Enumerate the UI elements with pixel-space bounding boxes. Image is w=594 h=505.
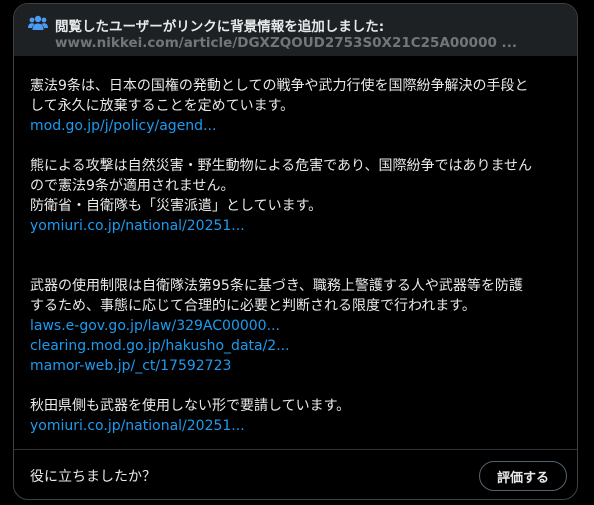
footer-divider [14,449,577,450]
rate-button[interactable]: 評価する [479,461,567,491]
source-link[interactable]: clearing.mod.go.jp/hakusho_data/2... [30,336,565,356]
note-paragraph-1: 憲法9条は、日本の国権の発動としての戦争や武力行使を国際紛争解決の手段と して永… [30,76,565,116]
source-article-url[interactable]: www.nikkei.com/article/DGXZQOUD2753S0X21… [55,35,517,51]
note-body: 憲法9条は、日本の国権の発動としての戦争や武力行使を国際紛争解決の手段と して永… [30,76,565,436]
source-link[interactable]: yomiuri.co.jp/national/20251... [30,416,565,436]
helpful-question: 役に立ちましたか？ [30,469,156,485]
note-header-title: 閲覧したユーザーがリンクに背景情報を追加しました: [55,19,385,35]
note-line: 防衛省・自衛隊も「災害派遣」としています。 [30,198,323,214]
note-line: するため、事態に応じて合理的に必要と判断される限度で行われます。 [30,298,476,314]
note-line: 熊による攻撃は自然災害・野生動物による危害であり、国際紛争ではありません [30,158,533,174]
note-line: 武器の使用制限は自衛隊法第95条に基づき、職務上警護する人や武器等を防護 [30,278,523,294]
note-paragraph-2: 熊による攻撃は自然災害・野生動物による危害であり、国際紛争ではありません ので憲… [30,156,565,216]
source-link[interactable]: mamor-web.jp/_ct/17592723 [30,356,565,376]
source-link[interactable]: mod.go.jp/j/policy/agend... [30,116,565,136]
source-link[interactable]: yomiuri.co.jp/national/20251... [30,216,565,236]
note-paragraph-3: 武器の使用制限は自衛隊法第95条に基づき、職務上警護する人や武器等を防護 するた… [30,276,565,316]
note-line: して永久に放棄することを定めています。 [30,98,295,114]
note-header: 閲覧したユーザーがリンクに背景情報を追加しました: www.nikkei.com… [14,4,577,56]
note-line: ので憲法9条が適用されません。 [30,178,235,194]
note-paragraph-4: 秋田県側も武器を使用しない形で要請しています。 [30,396,565,416]
community-note-card: 閲覧したユーザーがリンクに背景情報を追加しました: www.nikkei.com… [13,3,578,500]
users-icon [28,15,48,30]
note-line: 憲法9条は、日本の国権の発動としての戦争や武力行使を国際紛争解決の手段と [30,78,529,94]
note-line: 秋田県側も武器を使用しない形で要請しています。 [30,398,351,414]
source-link[interactable]: laws.e-gov.go.jp/law/329AC00000... [30,316,565,336]
